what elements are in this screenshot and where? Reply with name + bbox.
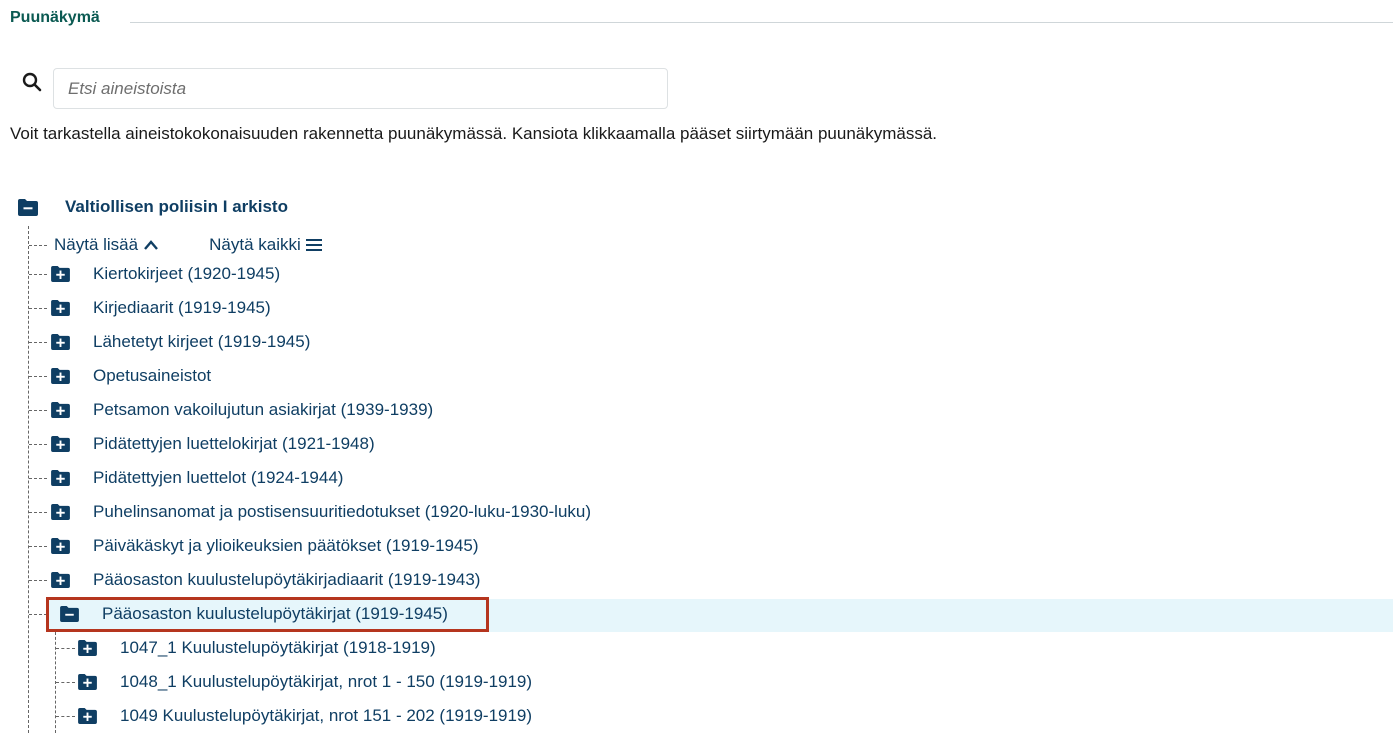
section-header: Puunäkymä	[10, 8, 1393, 32]
show-all-label: Näytä kaikki	[209, 235, 301, 254]
chevron-up-icon	[144, 240, 159, 250]
folder-plus-icon[interactable]	[78, 708, 97, 724]
tree-node-label: Opetusaineistot	[93, 366, 212, 385]
tree-node[interactable]: Opetusaineistot	[51, 362, 211, 390]
tree-node[interactable]: Kirjediaarit (1919-1945)	[51, 294, 271, 322]
tree-node-label: Kiertokirjeet (1920-1945)	[93, 264, 281, 283]
tree-root-node[interactable]: Valtiollisen poliisin I arkisto	[18, 194, 288, 220]
tree-guide-connector	[29, 342, 47, 343]
tree-node[interactable]: Pidätettyjen luettelot (1924-1944)	[51, 464, 343, 492]
tree-node[interactable]: 1047_1 Kuulustelupöytäkirjat (1918-1919)	[78, 634, 436, 662]
folder-plus-icon[interactable]	[51, 436, 70, 452]
folder-plus-icon[interactable]	[51, 504, 70, 520]
tree-node[interactable]: Puhelinsanomat ja postisensuuritiedotuks…	[51, 498, 591, 526]
search-input[interactable]	[53, 68, 668, 109]
tree-guide-connector	[29, 614, 47, 615]
tree-root-label: Valtiollisen poliisin I arkisto	[65, 197, 288, 216]
tree-guide-connector	[29, 546, 47, 547]
tree-node-label: 1048_1 Kuulustelupöytäkirjat, nrot 1 - 1…	[120, 672, 533, 691]
tree-node[interactable]: 1048_1 Kuulustelupöytäkirjat, nrot 1 - 1…	[78, 668, 532, 696]
folder-plus-icon[interactable]	[51, 470, 70, 486]
show-all-button[interactable]: Näytä kaikki	[209, 235, 322, 255]
tree-guide-connector	[56, 716, 75, 717]
folder-plus-icon[interactable]	[51, 538, 70, 554]
tree-node-label: Pidätettyjen luettelot (1924-1944)	[93, 468, 344, 487]
tree-node-label: Puhelinsanomat ja postisensuuritiedotuks…	[93, 502, 592, 521]
highlight-frame	[46, 597, 489, 632]
tree-node[interactable]: Petsamon vakoilujutun asiakirjat (1939-1…	[51, 396, 433, 424]
tree-guide-connector	[56, 682, 75, 683]
tree-node[interactable]: Pääosaston kuulustelupöytäkirjadiaarit (…	[51, 566, 480, 594]
show-more-label: Näytä lisää	[54, 235, 139, 254]
show-more-button[interactable]: Näytä lisää	[54, 235, 159, 255]
tree-guide-connector	[29, 274, 47, 275]
tree-node[interactable]: Kiertokirjeet (1920-1945)	[51, 260, 280, 288]
tree-node-label: 1049 Kuulustelupöytäkirjat, nrot 151 - 2…	[120, 706, 533, 725]
tree-guide-connector	[29, 376, 47, 377]
folder-plus-icon[interactable]	[51, 300, 70, 316]
tree-node[interactable]: Päiväkäskyt ja ylioikeuksien päätökset (…	[51, 532, 479, 560]
section-title: Puunäkymä	[10, 9, 100, 26]
tree-node-label: Pidätettyjen luettelokirjat (1921-1948)	[93, 434, 375, 453]
tree-guide-connector	[29, 410, 47, 411]
tree-guide-connector	[29, 580, 47, 581]
folder-plus-icon[interactable]	[51, 368, 70, 384]
tree-node[interactable]: Lähetetyt kirjeet (1919-1945)	[51, 328, 310, 356]
tree-guide-connector	[29, 512, 47, 513]
tree-node-label: Päiväkäskyt ja ylioikeuksien päätökset (…	[93, 536, 479, 555]
tree-guide-connector	[56, 648, 75, 649]
info-text: Voit tarkastella aineistokokonaisuuden r…	[10, 124, 938, 143]
tree-node-label: 1047_1 Kuulustelupöytäkirjat (1918-1919)	[120, 638, 436, 657]
tree-node-label: Lähetetyt kirjeet (1919-1945)	[93, 332, 311, 351]
tree-guide-connector	[29, 444, 47, 445]
tree-guide-connector	[29, 245, 47, 246]
folder-plus-icon[interactable]	[51, 266, 70, 282]
folder-plus-icon[interactable]	[51, 402, 70, 418]
tree-node[interactable]: 1049 Kuulustelupöytäkirjat, nrot 151 - 2…	[78, 702, 532, 730]
tree-controls: Näytä lisää Näytä kaikki	[54, 233, 322, 257]
tree-guide-connector	[29, 308, 47, 309]
tree-node-label: Petsamon vakoilujutun asiakirjat (1939-1…	[93, 400, 434, 419]
tree-guide-connector	[29, 478, 47, 479]
list-icon	[305, 239, 322, 251]
folder-plus-icon[interactable]	[78, 674, 97, 690]
folder-minus-icon[interactable]	[18, 198, 38, 216]
tree-node-label: Pääosaston kuulustelupöytäkirjadiaarit (…	[93, 570, 481, 589]
section-divider	[130, 22, 1393, 23]
tree-node-label: Kirjediaarit (1919-1945)	[93, 298, 271, 317]
search-icon[interactable]	[22, 72, 42, 92]
tree-node[interactable]: Pidätettyjen luettelokirjat (1921-1948)	[51, 430, 375, 458]
folder-plus-icon[interactable]	[51, 572, 70, 588]
tree-guide-line	[28, 226, 29, 733]
folder-plus-icon[interactable]	[51, 334, 70, 350]
folder-plus-icon[interactable]	[78, 640, 97, 656]
